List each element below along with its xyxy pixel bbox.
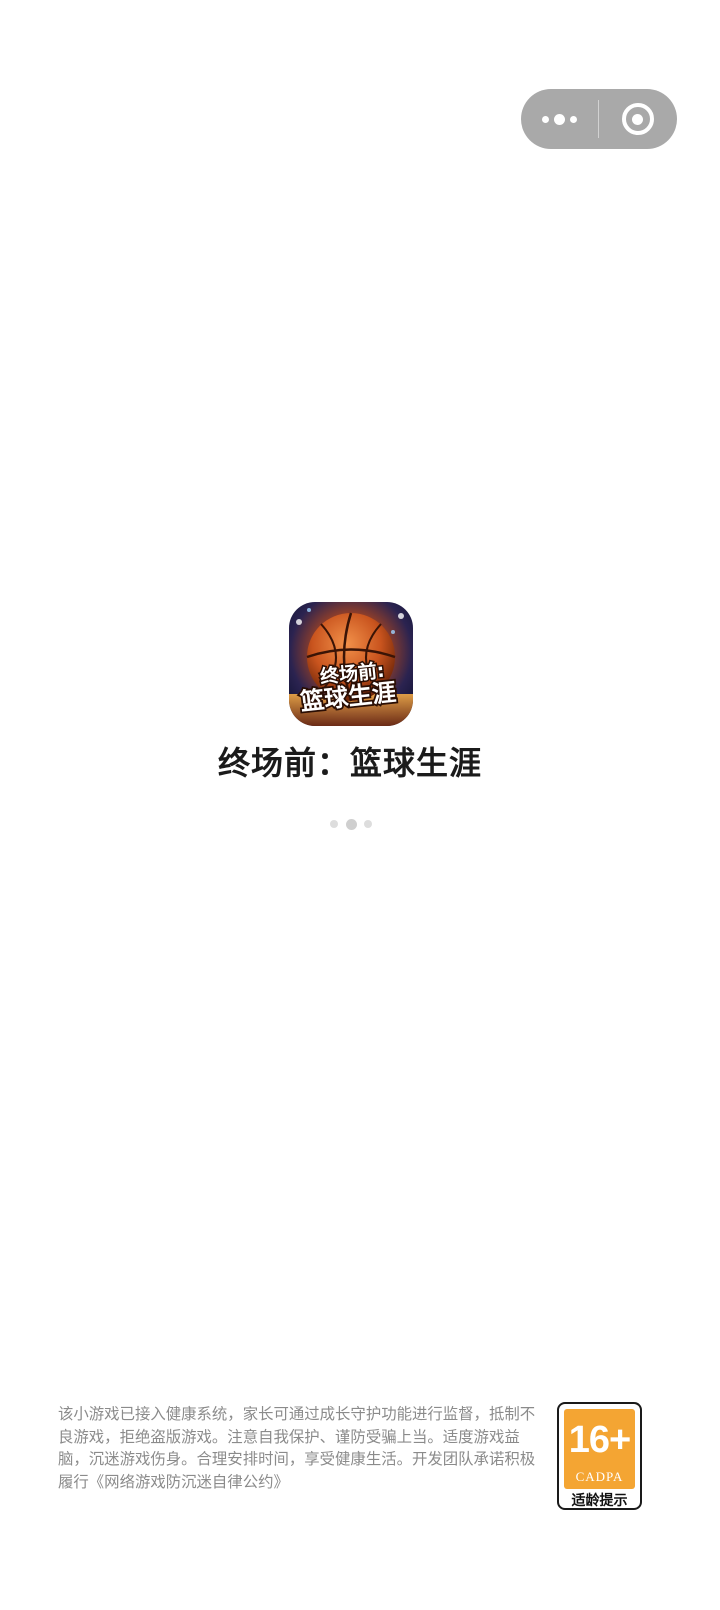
age-rating-caption: 适龄提示	[571, 1493, 628, 1509]
loading-dots-icon	[330, 818, 372, 830]
target-circle-icon	[621, 103, 654, 135]
age-rating-number: 16+	[568, 1419, 631, 1461]
app-title: 终场前：篮球生涯	[217, 744, 482, 782]
age-rating-org: CADPA	[575, 1469, 624, 1484]
age-rating-badge: 16+ CADPA 适龄提示	[557, 1402, 642, 1510]
more-menu-button[interactable]	[521, 89, 598, 149]
age-rating-plate: 16+ CADPA	[564, 1409, 635, 1489]
basketball-app-icon: 终场前: 篮球生涯	[289, 602, 413, 726]
close-miniprogram-button[interactable]	[599, 89, 676, 149]
miniprogram-capsule	[521, 89, 677, 149]
splash-screen: 终场前: 篮球生涯 终场前：篮球生涯 该小游戏已接入健康系统，家长可通过成长守护…	[0, 0, 720, 1610]
more-dots-icon	[542, 113, 577, 125]
health-notice-text: 该小游戏已接入健康系统，家长可通过成长守护功能进行监督，抵制不良游戏，拒绝盗版游…	[58, 1405, 536, 1491]
